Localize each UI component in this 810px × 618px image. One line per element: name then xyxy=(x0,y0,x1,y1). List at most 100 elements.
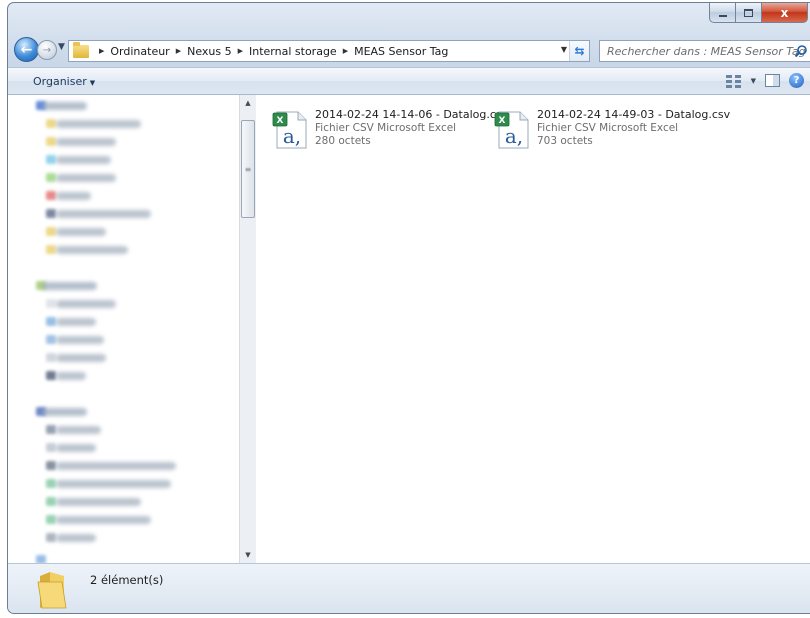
refresh-button[interactable]: ⇆ xyxy=(569,41,589,61)
maximize-button[interactable] xyxy=(736,3,762,23)
item-count: 2 élément(s) xyxy=(90,573,164,587)
maximize-icon xyxy=(744,8,753,17)
svg-text:a,: a, xyxy=(505,124,523,148)
nav-item-blurred[interactable] xyxy=(56,156,111,164)
drive-icon xyxy=(46,443,56,452)
explorer-window: x ← → ▼ ▶ Ordinateur ▶ Nexus 5 ▶ Interna… xyxy=(7,2,810,614)
details-pane: 2 élément(s) xyxy=(8,563,810,613)
back-arrow-icon: ← xyxy=(20,41,33,58)
folder-icon xyxy=(73,41,89,58)
address-row: ← → ▼ ▶ Ordinateur ▶ Nexus 5 ▶ Internal … xyxy=(8,35,810,65)
nav-item-blurred[interactable] xyxy=(56,534,96,542)
drive-icon xyxy=(46,461,56,470)
nav-item-blurred[interactable] xyxy=(56,228,106,236)
folder-icon xyxy=(37,572,67,609)
nav-item-blurred[interactable] xyxy=(56,426,101,434)
back-button[interactable]: ← xyxy=(14,37,39,62)
breadcrumb-storage[interactable]: Internal storage xyxy=(249,45,337,58)
folder-icon xyxy=(46,173,56,182)
folder-icon xyxy=(46,209,56,218)
preview-pane-icon[interactable] xyxy=(765,74,780,87)
breadcrumb-separator-icon[interactable]: ▶ xyxy=(238,47,243,55)
folder-icon xyxy=(46,227,56,236)
minimize-button[interactable] xyxy=(709,3,736,23)
folder-icon xyxy=(46,155,56,164)
breadcrumb-separator-icon[interactable]: ▶ xyxy=(343,47,348,55)
drive-icon xyxy=(46,479,56,488)
minimize-icon xyxy=(718,14,727,17)
nav-item-blurred[interactable] xyxy=(56,300,116,308)
scroll-down-icon[interactable]: ▼ xyxy=(240,547,256,563)
search-placeholder: Rechercher dans : MEAS Sensor Tag xyxy=(607,44,806,58)
chevron-down-icon: ▼ xyxy=(89,79,96,87)
file-item[interactable]: X a, 2014-02-24 14-49-03 - Datalog.csv F… xyxy=(494,108,730,150)
window-controls: x xyxy=(709,3,808,23)
folder-icon xyxy=(46,371,56,380)
forward-button[interactable]: → xyxy=(37,40,57,60)
help-icon[interactable]: ? xyxy=(789,73,804,88)
view-controls: ▼ ? xyxy=(725,73,804,88)
nav-item-blurred[interactable] xyxy=(56,480,171,488)
folder-icon xyxy=(46,245,56,254)
nav-item-blurred[interactable] xyxy=(56,174,116,182)
nav-item-blurred[interactable] xyxy=(56,210,151,218)
search-input[interactable]: Rechercher dans : MEAS Sensor Tag xyxy=(599,40,810,62)
command-bar: Organiser ▼ ▼ ? xyxy=(8,67,810,95)
nav-item-blurred[interactable] xyxy=(56,120,141,128)
file-type: Fichier CSV Microsoft Excel xyxy=(315,122,457,134)
address-bar[interactable]: ▶ Ordinateur ▶ Nexus 5 ▶ Internal storag… xyxy=(68,40,590,62)
folder-icon xyxy=(46,353,56,362)
drive-icon xyxy=(46,533,56,542)
nav-item-blurred[interactable] xyxy=(56,516,151,524)
file-name: 2014-02-24 14-14-06 - Datalog.csv xyxy=(315,108,509,121)
nav-item-blurred[interactable] xyxy=(42,102,87,110)
nav-item-blurred[interactable] xyxy=(56,192,91,200)
folder-icon xyxy=(46,119,56,128)
file-size: 703 octets xyxy=(537,135,593,147)
nav-item-blurred[interactable] xyxy=(56,246,128,254)
change-view-icon[interactable] xyxy=(725,74,742,88)
scrollbar-thumb[interactable]: ≡ xyxy=(241,120,255,218)
excel-csv-file-icon: X a, xyxy=(494,111,529,149)
nav-item-blurred[interactable] xyxy=(56,462,176,470)
forward-arrow-icon: → xyxy=(42,44,52,56)
breadcrumb: ▶ Ordinateur ▶ Nexus 5 ▶ Internal storag… xyxy=(93,45,448,58)
folder-icon xyxy=(46,335,56,344)
navigation-scrollbar[interactable]: ▲ ≡ ▼ xyxy=(239,95,256,563)
file-name: 2014-02-24 14-49-03 - Datalog.csv xyxy=(537,108,731,121)
nav-item-blurred[interactable] xyxy=(56,138,116,146)
nav-item-blurred[interactable] xyxy=(56,354,106,362)
breadcrumb-separator-icon[interactable]: ▶ xyxy=(176,47,181,55)
file-size: 280 octets xyxy=(315,135,371,147)
scroll-up-icon[interactable]: ▲ xyxy=(240,95,256,111)
folder-icon xyxy=(46,191,56,200)
folder-icon xyxy=(46,317,56,326)
nav-item-blurred[interactable] xyxy=(56,372,86,380)
file-type: Fichier CSV Microsoft Excel xyxy=(537,122,679,134)
navigation-pane[interactable] xyxy=(8,95,248,564)
nav-item-blurred[interactable] xyxy=(56,498,141,506)
folder-icon xyxy=(46,299,56,308)
breadcrumb-device[interactable]: Nexus 5 xyxy=(187,45,232,58)
excel-csv-file-icon: X a, xyxy=(272,111,307,149)
breadcrumb-separator-icon[interactable]: ▶ xyxy=(99,47,104,55)
nav-item-blurred[interactable] xyxy=(42,282,97,290)
address-dropdown-button[interactable]: ▼ xyxy=(561,45,567,54)
drive-icon xyxy=(46,497,56,506)
nav-item-blurred[interactable] xyxy=(56,318,96,326)
nav-item-blurred[interactable] xyxy=(56,444,96,452)
organize-label: Organiser xyxy=(33,75,87,88)
search-icon[interactable] xyxy=(794,44,808,58)
file-list[interactable]: X a, 2014-02-24 14-14-06 - Datalog.csv F… xyxy=(256,95,810,563)
recent-pages-dropdown[interactable]: ▼ xyxy=(58,42,65,52)
breadcrumb-computer[interactable]: Ordinateur xyxy=(110,45,169,58)
close-button[interactable]: x xyxy=(762,3,808,23)
file-item[interactable]: X a, 2014-02-24 14-14-06 - Datalog.csv F… xyxy=(272,108,508,150)
nav-item-blurred[interactable] xyxy=(56,336,104,344)
folder-icon xyxy=(46,137,56,146)
drive-icon xyxy=(46,425,56,434)
view-options-dropdown[interactable]: ▼ xyxy=(751,77,756,85)
nav-item-blurred[interactable] xyxy=(42,408,87,416)
breadcrumb-current-folder[interactable]: MEAS Sensor Tag xyxy=(354,45,448,58)
organize-menu-button[interactable]: Organiser ▼ xyxy=(33,75,95,88)
